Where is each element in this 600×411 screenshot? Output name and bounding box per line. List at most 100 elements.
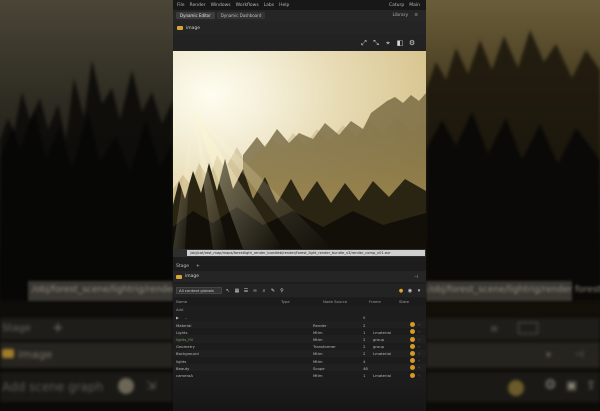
col-state[interactable]: State: [399, 299, 409, 304]
table-row[interactable]: lights_fill Mtlm 2 group ◦: [173, 335, 426, 343]
tab-dynamic-editor[interactable]: Dynamic Editor: [176, 12, 215, 19]
table-row[interactable]: Lights Mtlm 1 Lmaterial ◦: [173, 328, 426, 336]
row-kind: Lmaterial: [373, 351, 391, 357]
network-tab-bar: Stage +: [173, 262, 426, 271]
background-tab-label: Stage: [2, 323, 31, 334]
col-frame[interactable]: Frame: [369, 299, 381, 304]
menu-desktop-select[interactable]: Caturp: [389, 3, 404, 8]
background-right-toolbar: ⚙ ▣ ⇪: [426, 372, 600, 402]
menu-main-select[interactable]: Main: [409, 3, 420, 8]
pane-menu-icon[interactable]: ≡: [414, 13, 418, 18]
col-name[interactable]: Name: [176, 299, 187, 304]
add-tab-icon[interactable]: +: [196, 264, 200, 269]
background-folder-icon: [2, 349, 14, 358]
snapshot-icon[interactable]: ◧: [396, 39, 404, 47]
parent-value: 0: [363, 315, 366, 320]
status-dot[interactable]: [410, 365, 415, 371]
status-dot[interactable]: [410, 336, 415, 342]
expand-icon[interactable]: ⤢: [360, 39, 368, 47]
table-row[interactable]: Material Render 2 ◦: [173, 321, 426, 329]
library-label[interactable]: Library: [392, 13, 408, 18]
visibility-icon[interactable]: ◦: [418, 358, 423, 363]
column-header: Name Type Node Source Frame State: [173, 298, 426, 305]
add-label[interactable]: Add: [176, 307, 183, 312]
select-icon[interactable]: ⌖: [384, 39, 392, 47]
wand-icon[interactable]: ✎: [270, 288, 276, 294]
col-source[interactable]: Node Source: [323, 299, 347, 304]
visibility-icon[interactable]: ◦: [418, 337, 423, 342]
row-type: Mtlm: [313, 372, 323, 378]
network-folder-label[interactable]: image: [185, 274, 199, 279]
table-row[interactable]: Beauty Scope 48 ◦: [173, 364, 426, 372]
row-type: Mtlm: [313, 358, 323, 364]
visibility-icon[interactable]: ◦: [418, 344, 423, 349]
background-plus-icon: +: [52, 320, 64, 336]
status-dot[interactable]: [410, 350, 415, 356]
render-path-text[interactable]: /obj/cat/rest_map/maps/forestlight_rende…: [187, 250, 425, 256]
menu-render[interactable]: Render: [190, 3, 206, 8]
status-dot[interactable]: [410, 343, 415, 349]
table-row[interactable]: Geometry Transformer 2 group ◦: [173, 342, 426, 350]
fit-icon[interactable]: ⤡: [372, 39, 380, 47]
grid-icon[interactable]: ▦: [234, 288, 240, 294]
menu-bar: File Render Windows Workflows Labs Help …: [173, 0, 426, 10]
menu-workflows[interactable]: Workflows: [236, 3, 259, 8]
tab-dynamic-dashboard[interactable]: Dynamic Dashboard: [216, 12, 266, 19]
network-path-bar: image ⊣: [173, 271, 426, 282]
visibility-icon[interactable]: ◦: [418, 365, 423, 370]
row-name: lights_fill: [176, 336, 193, 342]
network-close-icon[interactable]: ⊣: [414, 274, 418, 280]
visibility-icon[interactable]: ◦: [418, 322, 423, 327]
menu-labs[interactable]: Labs: [264, 3, 274, 8]
background-right-folder-bar: ▾ ⊣: [426, 342, 600, 368]
background-dot-icon: [118, 378, 134, 394]
status-dot[interactable]: [410, 358, 415, 364]
viewer-folder-label[interactable]: image: [186, 26, 200, 31]
menu-windows[interactable]: Windows: [211, 3, 231, 8]
background-path-bar-right: /obj/forest_scene/lightrig/render forest…: [426, 281, 600, 301]
context-select[interactable]: All context globals: [176, 287, 222, 294]
background-path-text-right: /obj/forest_scene/lightrig/render forest…: [428, 285, 600, 295]
visibility-icon[interactable]: ◉: [407, 288, 413, 294]
background-right-dot-icon: [508, 380, 524, 396]
gear-icon[interactable]: ⚙: [408, 39, 416, 47]
visibility-icon[interactable]: ◦: [418, 329, 423, 334]
row-count: 48: [363, 365, 368, 371]
link-icon[interactable]: ∞: [252, 288, 258, 294]
viewer-toolbar: ⤢ ⤡ ⌖ ◧ ⚙: [173, 35, 426, 51]
options-icon[interactable]: ▾: [416, 288, 422, 294]
tab-stage[interactable]: Stage: [176, 264, 189, 269]
table-row[interactable]: cameraA Mtlm 1 Lmaterial ◦: [173, 371, 426, 379]
row-count: 4: [363, 358, 366, 364]
menu-file[interactable]: File: [177, 3, 185, 8]
background-tabbar: Stage +: [0, 318, 173, 340]
col-type[interactable]: Type: [281, 299, 290, 304]
parent-arrow-icon: ▶: [176, 315, 179, 320]
table-row[interactable]: lights Mtlm 4 ◦: [173, 356, 426, 365]
cursor-icon[interactable]: ↖: [225, 288, 231, 294]
menu-help[interactable]: Help: [279, 3, 289, 8]
row-count: 2: [363, 351, 366, 357]
status-dot[interactable]: [410, 322, 415, 328]
parent-label: ..: [185, 315, 188, 320]
tab-bar-right: Library ≡: [392, 13, 426, 18]
brush-icon[interactable]: ⚲: [279, 288, 285, 294]
list-icon[interactable]: ☰: [243, 288, 249, 294]
render-view[interactable]: [173, 51, 426, 249]
add-row: Add: [173, 305, 426, 313]
row-count: 2: [363, 322, 366, 328]
table-row[interactable]: Background Mtlm 2 Lmaterial ◦: [173, 349, 426, 357]
parent-row[interactable]: ▶ .. 0: [173, 313, 426, 321]
row-count: 2: [363, 344, 366, 350]
network-toolbar: All context globals ↖ ▦ ☰ ∞ ⌕ ✎ ⚲ ● ◉ ▾: [173, 284, 426, 297]
row-kind: group: [373, 336, 385, 342]
visibility-icon[interactable]: ◦: [418, 373, 423, 378]
row-kind: Lmaterial: [373, 329, 391, 335]
visibility-icon[interactable]: ◦: [418, 351, 423, 356]
zoom-icon[interactable]: ⌕: [261, 288, 267, 294]
status-dot[interactable]: [410, 329, 415, 335]
background-share-icon: ⇪: [586, 378, 597, 392]
pane-tab-bar: Dynamic Editor Dynamic Dashboard Library…: [173, 10, 426, 21]
status-dot-icon[interactable]: ●: [398, 288, 404, 294]
status-dot[interactable]: [410, 372, 415, 378]
